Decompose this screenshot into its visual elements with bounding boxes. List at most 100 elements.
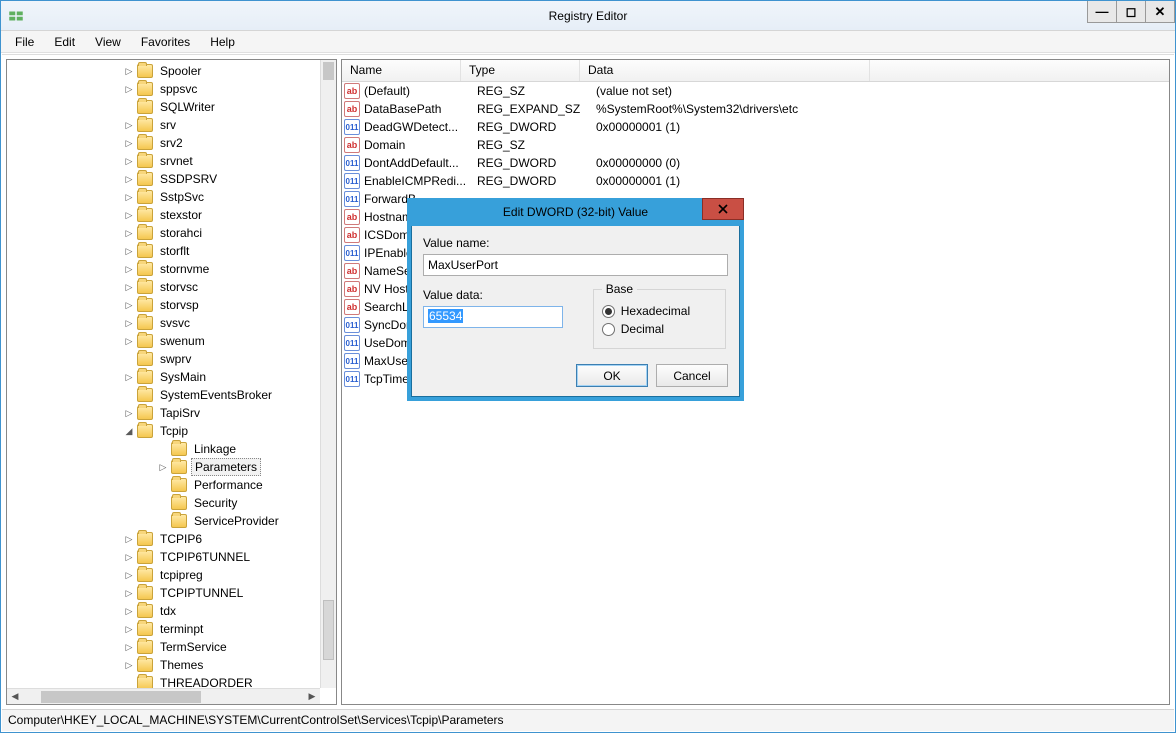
value-row[interactable]: 011EnableICMPRedi...REG_DWORD0x00000001 … bbox=[342, 172, 1169, 190]
tree-item[interactable]: ▷tdx bbox=[7, 602, 320, 620]
expand-icon[interactable]: ▷ bbox=[123, 137, 135, 149]
expand-icon[interactable]: ▷ bbox=[123, 227, 135, 239]
radio-hexadecimal[interactable]: Hexadecimal bbox=[602, 304, 717, 318]
expand-icon[interactable] bbox=[157, 497, 169, 509]
expand-icon[interactable]: ▷ bbox=[123, 281, 135, 293]
tree-item[interactable]: ▷storflt bbox=[7, 242, 320, 260]
expand-icon[interactable] bbox=[123, 353, 135, 365]
tree-item[interactable]: ▷SSDPSRV bbox=[7, 170, 320, 188]
tree-view[interactable]: ▷Spooler▷sppsvcSQLWriter▷srv▷srv2▷srvnet… bbox=[7, 60, 320, 688]
value-data-input[interactable]: 65534 bbox=[423, 306, 563, 328]
tree-item[interactable]: SystemEventsBroker bbox=[7, 386, 320, 404]
tree-item[interactable]: ▷storvsc bbox=[7, 278, 320, 296]
expand-icon[interactable]: ▷ bbox=[123, 371, 135, 383]
cancel-button[interactable]: Cancel bbox=[656, 364, 728, 387]
expand-icon[interactable]: ▷ bbox=[123, 533, 135, 545]
expand-icon[interactable] bbox=[157, 479, 169, 491]
expand-icon[interactable]: ▷ bbox=[123, 587, 135, 599]
menu-view[interactable]: View bbox=[87, 33, 129, 51]
expand-icon[interactable]: ▷ bbox=[123, 641, 135, 653]
tree-item[interactable]: ▷stornvme bbox=[7, 260, 320, 278]
tree-vertical-scrollbar[interactable] bbox=[320, 60, 336, 688]
expand-icon[interactable]: ▷ bbox=[123, 335, 135, 347]
expand-icon[interactable] bbox=[123, 677, 135, 688]
expand-icon[interactable]: ▷ bbox=[123, 569, 135, 581]
tree-item[interactable]: SQLWriter bbox=[7, 98, 320, 116]
close-button[interactable]: ✕ bbox=[1145, 1, 1175, 23]
tree-item[interactable]: ▷srv bbox=[7, 116, 320, 134]
expand-icon[interactable]: ▷ bbox=[123, 299, 135, 311]
expand-icon[interactable]: ▷ bbox=[123, 155, 135, 167]
tree-item[interactable]: ▷svsvc bbox=[7, 314, 320, 332]
value-row[interactable]: 011DontAddDefault...REG_DWORD0x00000000 … bbox=[342, 154, 1169, 172]
expand-icon[interactable]: ▷ bbox=[123, 83, 135, 95]
scroll-thumb[interactable] bbox=[323, 600, 334, 660]
radio-decimal[interactable]: Decimal bbox=[602, 322, 717, 336]
expand-icon[interactable]: ▷ bbox=[123, 317, 135, 329]
tree-item[interactable]: ServiceProvider bbox=[7, 512, 320, 530]
tree-item[interactable]: ▷SysMain bbox=[7, 368, 320, 386]
expand-icon[interactable]: ▷ bbox=[123, 407, 135, 419]
col-data[interactable]: Data bbox=[580, 60, 870, 81]
menu-file[interactable]: File bbox=[7, 33, 42, 51]
expand-icon[interactable]: ▷ bbox=[157, 461, 169, 473]
expand-icon[interactable]: ▷ bbox=[123, 659, 135, 671]
expand-icon[interactable]: ▷ bbox=[123, 623, 135, 635]
tree-item[interactable]: ▷storvsp bbox=[7, 296, 320, 314]
tree-item[interactable]: ▷TCPIP6TUNNEL bbox=[7, 548, 320, 566]
tree-item[interactable]: ▷swenum bbox=[7, 332, 320, 350]
tree-item[interactable]: ▷Spooler bbox=[7, 62, 320, 80]
scroll-left-arrow[interactable]: ◀ bbox=[7, 689, 23, 705]
col-type[interactable]: Type bbox=[461, 60, 580, 81]
tree-horizontal-scrollbar[interactable]: ◀ ▶ bbox=[7, 688, 320, 704]
tree-item[interactable]: ▷TermService bbox=[7, 638, 320, 656]
tree-item[interactable]: Security bbox=[7, 494, 320, 512]
expand-icon[interactable]: ▷ bbox=[123, 263, 135, 275]
tree-item[interactable]: ▷Parameters bbox=[7, 458, 320, 476]
scroll-up-arrow[interactable] bbox=[323, 62, 334, 80]
maximize-button[interactable]: ◻ bbox=[1116, 1, 1146, 23]
tree-item[interactable]: ▷terminpt bbox=[7, 620, 320, 638]
tree-item[interactable]: ▷TCPIP6 bbox=[7, 530, 320, 548]
minimize-button[interactable]: — bbox=[1087, 1, 1117, 23]
col-name[interactable]: Name bbox=[342, 60, 461, 81]
tree-item[interactable]: ▷Themes bbox=[7, 656, 320, 674]
value-row[interactable]: 011DeadGWDetect...REG_DWORD0x00000001 (1… bbox=[342, 118, 1169, 136]
tree-item[interactable]: ▷TapiSrv bbox=[7, 404, 320, 422]
menu-help[interactable]: Help bbox=[202, 33, 243, 51]
expand-icon[interactable]: ▷ bbox=[123, 551, 135, 563]
tree-item[interactable]: ▷SstpSvc bbox=[7, 188, 320, 206]
expand-icon[interactable]: ▷ bbox=[123, 605, 135, 617]
expand-icon[interactable]: ▷ bbox=[123, 119, 135, 131]
expand-icon[interactable] bbox=[157, 443, 169, 455]
expand-icon[interactable]: ▷ bbox=[123, 245, 135, 257]
tree-item[interactable]: ▷tcpipreg bbox=[7, 566, 320, 584]
expand-icon[interactable]: ▷ bbox=[123, 191, 135, 203]
tree-item[interactable]: ▷TCPIPTUNNEL bbox=[7, 584, 320, 602]
tree-item[interactable]: swprv bbox=[7, 350, 320, 368]
tree-item[interactable]: ▷stexstor bbox=[7, 206, 320, 224]
hscroll-thumb[interactable] bbox=[41, 691, 201, 703]
ok-button[interactable]: OK bbox=[576, 364, 648, 387]
tree-item[interactable]: ▷sppsvc bbox=[7, 80, 320, 98]
expand-icon[interactable] bbox=[157, 515, 169, 527]
hscroll-track[interactable] bbox=[23, 689, 304, 705]
tree-item[interactable]: ▷storahci bbox=[7, 224, 320, 242]
tree-item[interactable]: ◢Tcpip bbox=[7, 422, 320, 440]
dialog-close-button[interactable] bbox=[702, 198, 744, 220]
value-row[interactable]: abDomainREG_SZ bbox=[342, 136, 1169, 154]
menu-edit[interactable]: Edit bbox=[46, 33, 83, 51]
menu-favorites[interactable]: Favorites bbox=[133, 33, 198, 51]
expand-icon[interactable]: ◢ bbox=[123, 425, 135, 437]
tree-item[interactable]: ▷srv2 bbox=[7, 134, 320, 152]
value-name-input[interactable] bbox=[423, 254, 728, 276]
expand-icon[interactable]: ▷ bbox=[123, 65, 135, 77]
tree-item[interactable]: ▷srvnet bbox=[7, 152, 320, 170]
value-row[interactable]: ab(Default)REG_SZ(value not set) bbox=[342, 82, 1169, 100]
tree-item[interactable]: THREADORDER bbox=[7, 674, 320, 688]
expand-icon[interactable] bbox=[123, 389, 135, 401]
dialog-titlebar[interactable]: Edit DWORD (32-bit) Value bbox=[407, 198, 744, 226]
expand-icon[interactable] bbox=[123, 101, 135, 113]
tree-item[interactable]: Linkage bbox=[7, 440, 320, 458]
titlebar[interactable]: Registry Editor — ◻ ✕ bbox=[1, 1, 1175, 31]
